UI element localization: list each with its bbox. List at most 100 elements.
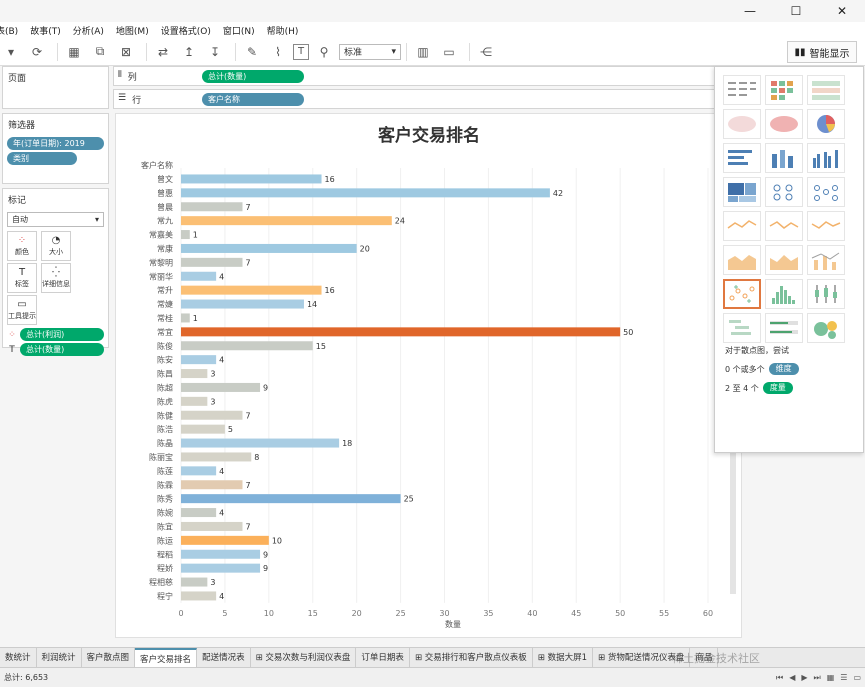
filter-pill-category[interactable]: 类别 [7,152,77,165]
highlight-table-thumb[interactable] [807,75,845,105]
bar-mark[interactable] [181,174,322,184]
histogram-thumb[interactable] [765,279,803,309]
tab-sheet[interactable]: 配送情况表 [197,647,251,668]
color-button[interactable]: ⁘ 颜色 [7,231,37,261]
bar-mark[interactable] [181,396,208,406]
fit-select[interactable]: 标准 ▾ [339,43,401,60]
show-labels-icon[interactable]: T [293,43,309,60]
menu-item-table[interactable]: 表(B) [0,24,18,37]
bar-mark[interactable] [181,369,208,379]
tooltip-button[interactable]: ▭ 工具提示 [7,295,37,325]
bar-mark[interactable] [181,535,269,545]
stacked-bar-thumb[interactable] [765,143,803,173]
close-button[interactable]: ✕ [819,0,865,22]
duplicate-icon[interactable]: ⧉ [89,41,111,63]
treemap-thumb[interactable] [723,177,761,207]
bar-mark[interactable] [181,202,243,212]
tab-sheet[interactable]: 数统计 [0,647,37,668]
bar-mark[interactable] [181,355,217,365]
filled-map-thumb[interactable] [765,109,803,139]
circle-view-thumb[interactable] [765,177,803,207]
bar-mark[interactable] [181,313,190,323]
bar-mark[interactable] [181,494,401,504]
gantt-thumb[interactable] [723,313,761,343]
tab-dashboard[interactable]: ⊞ 交易次数与利润仪表盘 [251,647,357,668]
presentation-icon[interactable]: ▭ [438,41,460,63]
bar-mark[interactable] [181,410,243,420]
line-continuous-thumb[interactable] [723,211,761,241]
menu-item-window[interactable]: 窗口(N) [223,24,255,37]
dual-combination-thumb[interactable] [807,245,845,275]
detail-button[interactable]: ⁛ 详细信息 [41,263,71,293]
menu-item-map[interactable]: 地图(M) [116,24,149,37]
bullet-graph-thumb[interactable] [765,313,803,343]
bar-mark[interactable] [181,230,190,240]
tab-dashboard[interactable]: ⊞ 交易排行和客户散点仪表板 [410,647,533,668]
scatter-plot-thumb[interactable] [723,279,761,309]
share-icon[interactable]: ⋲ [475,41,497,63]
side-by-side-bar-thumb[interactable] [807,143,845,173]
menu-item-format[interactable]: 设置格式(O) [161,24,211,37]
tab-sheet-active[interactable]: 客户交易排名 [135,647,198,668]
mark-field-profit[interactable]: 总计(利润) [20,328,104,341]
bar-mark[interactable] [181,382,261,392]
pages-pane[interactable]: 页面 [2,66,109,109]
bar-mark[interactable] [181,521,243,531]
grid-view-icon[interactable]: ▦ [827,673,835,683]
next-sheet-icon[interactable]: ▶ [801,673,807,683]
hbar-thumb[interactable] [723,143,761,173]
swap-icon[interactable]: ⇄ [152,41,174,63]
menu-item-help[interactable]: 帮助(H) [267,24,299,37]
area-discrete-thumb[interactable] [765,245,803,275]
prev-sheet-icon[interactable]: ◀ [789,673,795,683]
bar-mark[interactable] [181,299,304,309]
pin-icon[interactable]: ⚲ [313,41,335,63]
bar-mark[interactable] [181,271,217,281]
rows-shelf[interactable]: ☰ 行 客户名称 [113,89,715,109]
box-plot-thumb[interactable] [807,279,845,309]
save-icon[interactable]: ▾ [0,41,22,63]
bar-mark[interactable] [181,424,225,434]
bar-mark[interactable] [181,591,217,601]
minimize-button[interactable]: — [727,0,773,22]
side-by-side-circle-thumb[interactable] [807,177,845,207]
mark-type-select[interactable]: 自动 ▾ [7,212,104,227]
bar-mark[interactable] [181,341,313,351]
bar-mark[interactable] [181,188,550,198]
sort-asc-icon[interactable]: ↥ [178,41,200,63]
bar-mark[interactable] [181,243,357,253]
label-button[interactable]: T 标签 [7,263,37,293]
columns-pill[interactable]: 总计(数量) [202,69,304,83]
heat-map-thumb[interactable] [765,75,803,105]
list-view-icon[interactable]: ☰ [840,673,847,683]
highlight-icon[interactable]: ✎ [241,41,263,63]
sort-desc-icon[interactable]: ↧ [204,41,226,63]
bar-mark[interactable] [181,438,340,448]
rows-pill[interactable]: 客户名称 [202,92,304,106]
menu-item-story[interactable]: 故事(T) [30,24,61,37]
bar-mark[interactable] [181,466,217,476]
maximize-button[interactable]: ☐ [773,0,819,22]
bar-mark[interactable] [181,216,392,226]
line-discrete-thumb[interactable] [765,211,803,241]
pie-chart-thumb[interactable] [807,109,845,139]
filters-pane[interactable]: 筛选器 年(订单日期): 2019 类别 [2,113,109,184]
clear-sheet-icon[interactable]: ⊠ [115,41,137,63]
last-sheet-icon[interactable]: ⏭ [814,673,821,683]
symbol-map-thumb[interactable] [723,109,761,139]
bar-mark[interactable] [181,563,261,573]
mark-field-quantity[interactable]: 总计(数量) [20,343,104,356]
bar-mark[interactable] [181,327,621,337]
group-icon[interactable]: ⌇ [267,41,289,63]
bar-mark[interactable] [181,285,322,295]
text-table-thumb[interactable] [723,75,761,105]
refresh-icon[interactable]: ⟳ [26,41,48,63]
tab-dashboard[interactable]: ⊞ 数据大屏1 [533,647,594,668]
columns-shelf[interactable]: ⫴ 列 总计(数量) [113,66,715,86]
show-me-button[interactable]: ▮▮ 智能显示 [787,41,857,63]
new-worksheet-icon[interactable]: ▦ [63,41,85,63]
filter-pill-year[interactable]: 年(订单日期): 2019 [7,137,104,150]
tab-sheet[interactable]: 利润统计 [37,647,82,668]
size-button[interactable]: ◔ 大小 [41,231,71,261]
packed-bubbles-thumb[interactable] [807,313,845,343]
